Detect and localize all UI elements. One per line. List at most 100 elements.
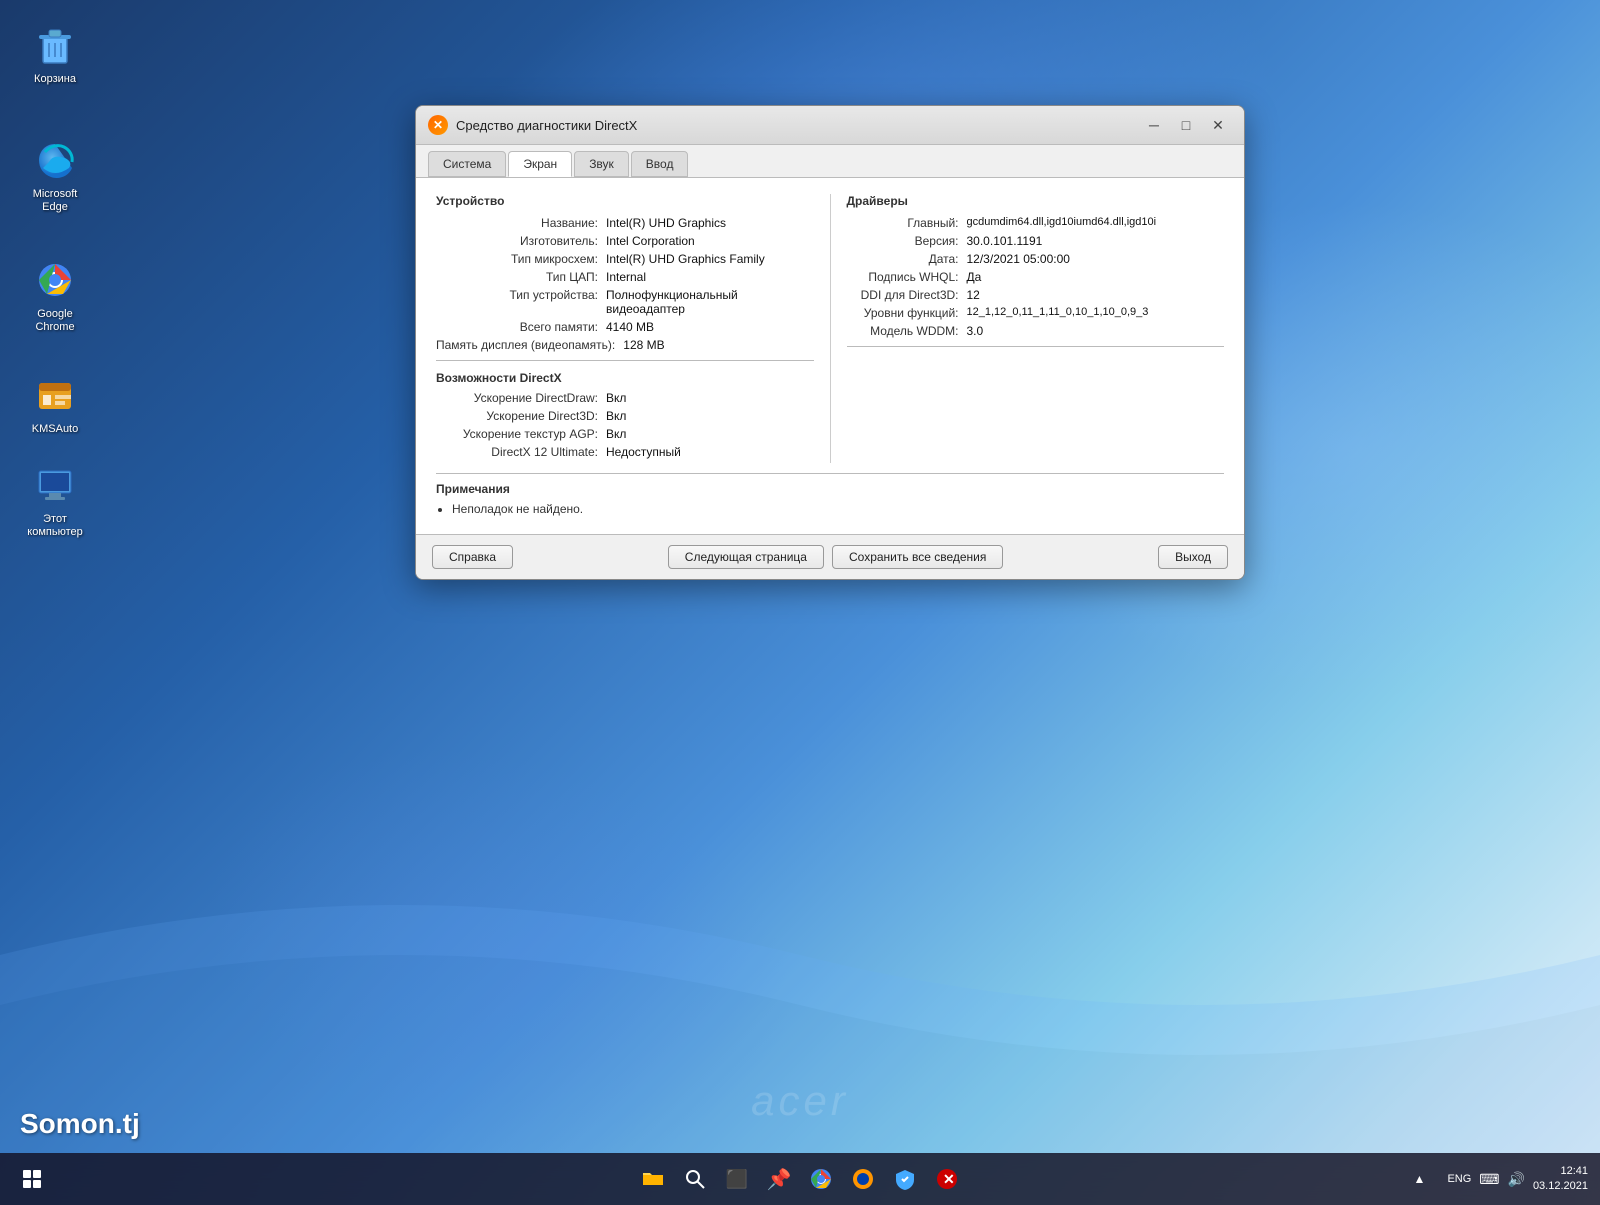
cap-dx12ult: DirectX 12 Ultimate: Недоступный [436,445,814,459]
device-label-type: Тип устройства: [436,288,606,316]
taskbar-fox[interactable] [845,1161,881,1197]
device-label-totalmem: Всего памяти: [436,320,606,334]
keyboard-icon: ⌨ [1479,1171,1499,1188]
desktop-icon-edge[interactable]: Microsoft Edge [15,130,95,220]
desktop-icon-computer[interactable]: Этот компьютер [15,455,95,545]
device-field-type: Тип устройства: Полнофункциональный виде… [436,288,814,316]
cap-label-direct3d: Ускорение Direct3D: [436,409,606,423]
maximize-button[interactable]: □ [1172,114,1200,136]
taskbar-shield[interactable] [887,1161,923,1197]
dialog-content: Устройство Название: Intel(R) UHD Graphi… [416,177,1244,534]
close-button[interactable]: ✕ [1204,114,1232,136]
tab-input[interactable]: Ввод [631,151,689,177]
computer-label: Этот компьютер [21,513,89,539]
driver-label-version: Версия: [847,234,967,248]
device-label-name: Название: [436,216,606,230]
device-field-maker: Изготовитель: Intel Corporation [436,234,814,248]
volume-icon[interactable]: 🔊 [1508,1171,1525,1188]
start-button[interactable] [12,1159,52,1199]
edge-icon [31,136,79,184]
device-value-totalmem: 4140 MB [606,320,814,334]
dialog-footer: Справка Следующая страница Сохранить все… [416,534,1244,579]
taskbar-task-view[interactable]: ⬛ [719,1161,755,1197]
capabilities-section: Возможности DirectX Ускорение DirectDraw… [436,371,814,459]
device-value-name: Intel(R) UHD Graphics [606,216,814,230]
watermark: Somon.tj [20,1108,140,1140]
device-section-header: Устройство [436,194,814,208]
cap-direct3d: Ускорение Direct3D: Вкл [436,409,814,423]
driver-field-levels: Уровни функций: 12_1,12_0,11_1,11_0,10_1… [847,306,1225,320]
dialog-titlebar: ✕ Средство диагностики DirectX ─ □ ✕ [416,106,1244,145]
device-column: Устройство Название: Intel(R) UHD Graphi… [436,194,830,463]
kmsauto-icon [31,371,79,419]
driver-value-whql: Да [967,270,1225,284]
driver-label-ddi: DDI для Direct3D: [847,288,967,302]
window-controls: ─ □ ✕ [1140,114,1232,136]
driver-field-wddm: Модель WDDM: 3.0 [847,324,1225,338]
driver-label-whql: Подпись WHQL: [847,270,967,284]
driver-value-version: 30.0.101.1191 [967,234,1225,248]
cap-directdraw: Ускорение DirectDraw: Вкл [436,391,814,405]
taskbar: ⬛ 📌 [0,1153,1600,1205]
drivers-column: Драйверы Главный: gcdumdim64.dll,igd10iu… [830,194,1225,463]
device-field-name: Название: Intel(R) UHD Graphics [436,216,814,230]
tab-sound[interactable]: Звук [574,151,629,177]
device-field-dac: Тип ЦАП: Internal [436,270,814,284]
driver-value-wddm: 3.0 [967,324,1225,338]
notes-item: Неполадок не найдено. [452,502,1224,516]
driver-label-levels: Уровни функций: [847,306,967,320]
svg-text:✕: ✕ [943,1171,955,1187]
driver-label-date: Дата: [847,252,967,266]
notifications-chevron[interactable]: ▲ [1399,1159,1439,1199]
tab-system[interactable]: Система [428,151,506,177]
device-value-videomem: 128 MB [623,338,813,352]
minimize-button[interactable]: ─ [1140,114,1168,136]
capabilities-header: Возможности DirectX [436,371,814,385]
dialog-title: Средство диагностики DirectX [456,118,637,133]
taskbar-right: ▲ ENG ⌨ 🔊 12:41 03.12.2021 [1399,1159,1588,1199]
notes-header: Примечания [436,482,1224,496]
driver-label-main: Главный: [847,216,967,230]
driver-value-main: gcdumdim64.dll,igd10iumd64.dll,igd10i [967,216,1225,230]
device-label-dac: Тип ЦАП: [436,270,606,284]
taskbar-file-explorer[interactable] [635,1161,671,1197]
device-label-maker: Изготовитель: [436,234,606,248]
next-page-button[interactable]: Следующая страница [668,545,824,569]
desktop-icon-recyclebin[interactable]: Корзина [15,15,95,92]
cap-label-dx12ult: DirectX 12 Ultimate: [436,445,606,459]
taskbar-x-app[interactable]: ✕ [929,1161,965,1197]
taskbar-search-icon[interactable] [677,1161,713,1197]
device-field-totalmem: Всего памяти: 4140 MB [436,320,814,334]
device-value-dac: Internal [606,270,814,284]
tab-screen[interactable]: Экран [508,151,572,177]
driver-field-whql: Подпись WHQL: Да [847,270,1225,284]
cap-value-directdraw: Вкл [606,391,814,405]
exit-button[interactable]: Выход [1158,545,1228,569]
save-button[interactable]: Сохранить все сведения [832,545,1003,569]
cap-value-agp: Вкл [606,427,814,441]
device-label-chip: Тип микросхем: [436,252,606,266]
desktop-icon-chrome[interactable]: Google Chrome [15,250,95,340]
kmsauto-label: KMSAuto [32,423,78,436]
driver-field-version: Версия: 30.0.101.1191 [847,234,1225,248]
computer-icon [31,461,79,509]
device-value-type: Полнофункциональный видеоадаптер [606,288,814,316]
help-button[interactable]: Справка [432,545,513,569]
dialog-icon: ✕ [428,115,448,135]
driver-field-ddi: DDI для Direct3D: 12 [847,288,1225,302]
taskbar-browser[interactable] [803,1161,839,1197]
drivers-section-header: Драйверы [847,194,1225,208]
acer-logo: acer [751,1077,849,1125]
device-field-videomem: Память дисплея (видеопамять): 128 MB [436,338,814,352]
cap-value-dx12ult: Недоступный [606,445,814,459]
clock-time: 12:41 [1533,1164,1588,1179]
device-field-chip: Тип микросхем: Intel(R) UHD Graphics Fam… [436,252,814,266]
chrome-label: Google Chrome [21,308,89,334]
driver-value-ddi: 12 [967,288,1225,302]
taskbar-pin1[interactable]: 📌 [761,1161,797,1197]
recyclebin-label: Корзина [34,73,76,86]
directx-dialog: ✕ Средство диагностики DirectX ─ □ ✕ Сис… [415,105,1245,580]
driver-field-main: Главный: gcdumdim64.dll,igd10iumd64.dll,… [847,216,1225,230]
driver-field-date: Дата: 12/3/2021 05:00:00 [847,252,1225,266]
desktop-icon-kmsauto[interactable]: KMSAuto [15,365,95,442]
